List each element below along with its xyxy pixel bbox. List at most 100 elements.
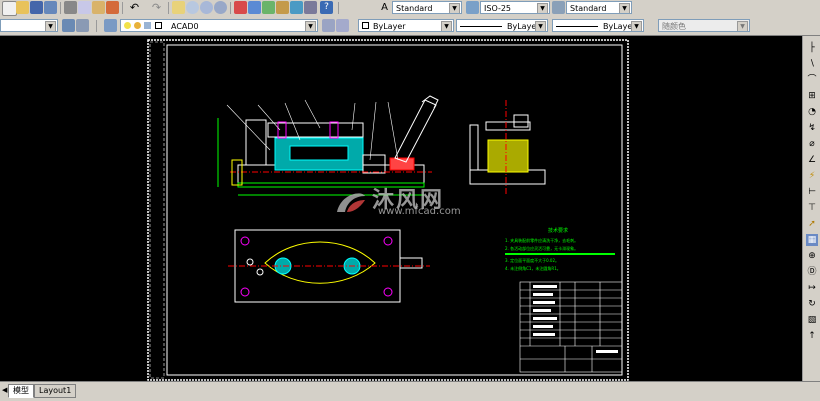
zoom-realtime-icon[interactable] (186, 1, 199, 14)
dim-style-value: ISO-25 (484, 4, 512, 13)
dimension-update-icon[interactable]: ↻ (806, 298, 818, 310)
dimension-text-edit-icon[interactable]: ↦ (806, 282, 818, 294)
table-style-icon (552, 1, 565, 14)
plot-style-select[interactable]: 随颜色 ▼ (658, 19, 750, 32)
dim-style-select[interactable]: ISO-25 ▼ (480, 1, 550, 14)
plot-style-value: 随颜色 (662, 22, 686, 31)
table-style-select[interactable]: Standard ▼ (566, 1, 632, 14)
dimension-linear-icon[interactable]: ├ (806, 42, 818, 54)
tech-line-1: 1. 夹具装配前零件应清洗干净，去毛刺。 (505, 237, 578, 243)
save-icon[interactable] (30, 1, 43, 14)
tech-title: 技术要求 (548, 227, 568, 234)
bolt-left (277, 121, 287, 139)
my-workspace-icon[interactable] (76, 19, 89, 32)
layer-manager-icon[interactable] (104, 19, 117, 32)
leader-line (304, 99, 321, 129)
text-style-select[interactable]: Standard ▼ (392, 1, 462, 14)
copy-icon[interactable] (78, 1, 91, 14)
tab-layout1-label: Layout1 (39, 386, 72, 395)
color-select[interactable]: ByLayer ▼ (358, 19, 454, 32)
lineweight-select[interactable]: ByLayer ▼ (552, 19, 644, 32)
watermark-logo-svg (337, 193, 365, 212)
dimension-edit-icon[interactable]: Ⓓ (806, 266, 818, 278)
layer-freeze-icon (134, 22, 141, 29)
linetype-select[interactable]: ByLayer ▼ (456, 19, 548, 32)
chevron-down-icon[interactable]: ▼ (441, 21, 452, 31)
dimension-radius-icon[interactable]: ◔ (806, 106, 818, 118)
tech-line-3: 3. 定位面平面度不大于0.02。 (505, 257, 559, 263)
leader-line (284, 102, 301, 141)
chevron-down-icon[interactable]: ▼ (631, 21, 642, 31)
chevron-down-icon[interactable]: ▼ (449, 3, 460, 13)
chevron-down-icon[interactable]: ▼ (537, 3, 548, 13)
dimension-ordinate-icon[interactable]: ⊞ (806, 90, 818, 102)
paste-icon[interactable] (92, 1, 105, 14)
dimension-aligned-icon[interactable]: ∖ (806, 58, 818, 70)
zoom-previous-icon[interactable] (214, 1, 227, 14)
dimension-diameter-icon[interactable]: ⌀ (806, 138, 818, 150)
small-hole (246, 258, 254, 266)
dimension-style-icon[interactable]: ▧ (806, 314, 818, 326)
chevron-down-icon[interactable]: ▼ (535, 21, 546, 31)
color-swatch-icon (362, 22, 369, 29)
layer-color-icon (155, 22, 162, 29)
tab-model[interactable]: 模型 (8, 384, 34, 398)
tab-model-label: 模型 (13, 386, 29, 395)
dimension-angular-icon[interactable]: ∠ (806, 154, 818, 166)
model-space-canvas[interactable]: 技术要求 1. 夹具装配前零件应清洗干净，去毛刺。 2. 各活动部位应灵活可靠，… (0, 36, 802, 381)
text-style-icon: A (381, 2, 388, 13)
tab-layout1[interactable]: Layout1 (34, 384, 77, 398)
tab-nav-first-icon[interactable]: ◀ (2, 386, 7, 394)
front-view (217, 95, 439, 196)
separator (338, 2, 339, 14)
dim-style-icon (466, 1, 479, 14)
sheet-set-icon[interactable] (276, 1, 289, 14)
workspace-select[interactable]: ▼ (0, 19, 58, 32)
undo-icon[interactable]: ↶ (128, 1, 141, 14)
markup-icon[interactable] (290, 1, 303, 14)
side-knob (513, 114, 529, 128)
tool-palettes-icon[interactable] (262, 1, 275, 14)
quick-leader-icon[interactable]: ➚ (806, 218, 818, 230)
open-file-icon[interactable] (16, 1, 29, 14)
cut-icon[interactable] (64, 1, 77, 14)
center-mark-icon[interactable]: ⊕ (806, 250, 818, 262)
mounting-hole (240, 287, 250, 297)
tolerance-icon[interactable]: ▦ (806, 234, 818, 246)
design-center-icon[interactable] (248, 1, 261, 14)
properties-icon[interactable] (234, 1, 247, 14)
watermark-logo-icon (333, 186, 369, 218)
chevron-down-icon[interactable]: ▼ (45, 21, 56, 31)
pan-icon[interactable] (172, 1, 185, 14)
bolt-right (329, 121, 339, 139)
chevron-down-icon[interactable]: ▼ (737, 21, 748, 31)
chevron-down-icon[interactable]: ▼ (305, 21, 316, 31)
plot-icon[interactable] (44, 1, 57, 14)
dimension-continue-icon[interactable]: ⊤ (806, 202, 818, 214)
help-icon[interactable]: ? (320, 1, 333, 14)
separator (96, 20, 97, 32)
match-properties-icon[interactable] (106, 1, 119, 14)
redo-icon[interactable]: ↷ (150, 1, 163, 14)
quick-dimension-icon[interactable]: ⚡ (806, 170, 818, 182)
layout-tab-bar: ◀ 模型 Layout1 (0, 381, 820, 401)
side-top (485, 121, 531, 131)
layer-select[interactable]: ACAD0 ▼ (120, 19, 318, 32)
layer-previous-icon[interactable] (336, 19, 349, 32)
make-current-layer-icon[interactable] (322, 19, 335, 32)
dimension-arc-icon[interactable]: ⌒ (806, 74, 818, 86)
separator (230, 2, 231, 14)
layer-lock-icon (144, 22, 151, 29)
zoom-window-icon[interactable] (200, 1, 213, 14)
new-file-icon[interactable] (2, 1, 17, 16)
chevron-down-icon[interactable]: ▼ (619, 3, 630, 13)
text-style-value: Standard (396, 4, 433, 13)
dimension-jogged-icon[interactable]: ↯ (806, 122, 818, 134)
mounting-hole (383, 287, 393, 297)
calculator-icon[interactable] (304, 1, 317, 14)
top-view (228, 229, 430, 303)
dimension-override-icon[interactable]: ↑ (806, 330, 818, 342)
workspace-settings-icon[interactable] (62, 19, 75, 32)
dimension-baseline-icon[interactable]: ⊢ (806, 186, 818, 198)
separator (122, 2, 123, 14)
